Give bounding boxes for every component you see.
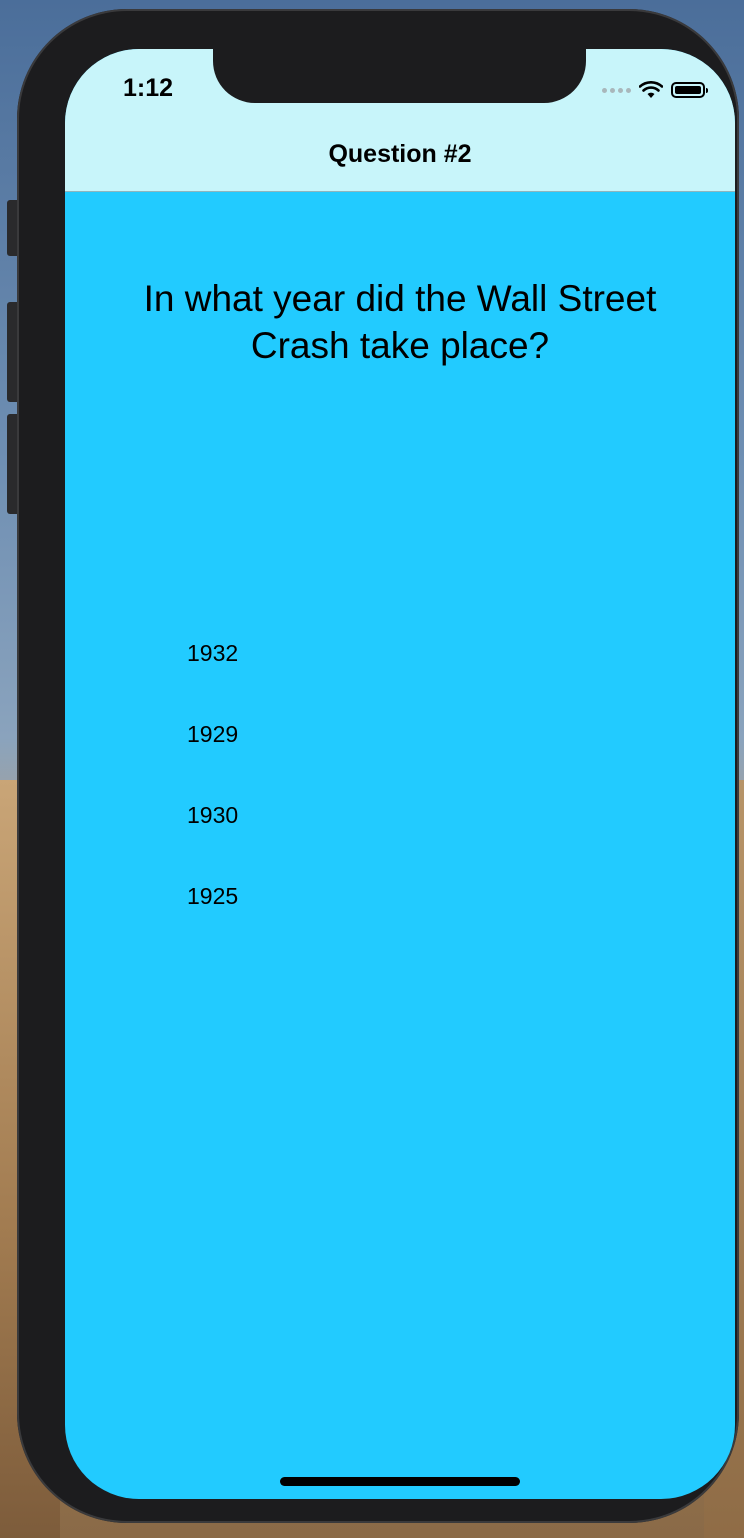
answer-option[interactable]: 1932 bbox=[187, 637, 238, 718]
cellular-dots-icon bbox=[602, 87, 631, 93]
status-icons bbox=[602, 79, 708, 101]
device-notch bbox=[213, 49, 586, 103]
navigation-bar: 1:12 Question #2 bbox=[65, 49, 735, 192]
status-time: 1:12 bbox=[123, 74, 174, 102]
answer-list: 1932 1929 1930 1925 bbox=[187, 637, 238, 961]
answer-option[interactable]: 1925 bbox=[187, 880, 238, 961]
question-text: In what year did the Wall Street Crash t… bbox=[143, 278, 657, 366]
wifi-icon bbox=[639, 81, 663, 98]
answer-option[interactable]: 1930 bbox=[187, 799, 238, 880]
home-indicator[interactable] bbox=[280, 1477, 520, 1486]
answer-option[interactable]: 1929 bbox=[187, 718, 238, 799]
page-title: Question #2 bbox=[328, 140, 472, 168]
app-screen: 1:12 Question #2 In what year did the Wa… bbox=[65, 49, 735, 1499]
device-frame: 1:12 Question #2 In what year did the Wa… bbox=[17, 9, 739, 1523]
battery-icon bbox=[671, 82, 708, 98]
